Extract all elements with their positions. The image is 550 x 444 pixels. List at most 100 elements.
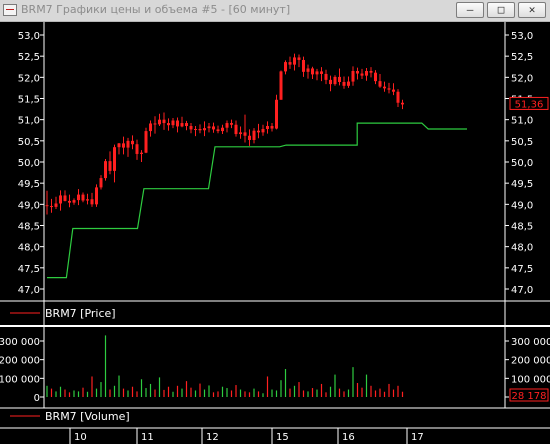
price-tick-label-left: 49,0	[18, 200, 40, 211]
candle-body	[387, 88, 391, 90]
volume-tick-label-left: 0	[34, 393, 40, 404]
candle-body	[158, 119, 161, 125]
candle-body	[338, 76, 341, 82]
candle-body	[374, 72, 377, 82]
app-chart-icon	[3, 4, 17, 16]
candle-body	[99, 178, 103, 188]
volume-tick-label-left: 200 000	[0, 356, 40, 367]
candle-body	[288, 62, 292, 65]
price-tick-label-right: 50,5	[511, 137, 533, 148]
candle-body	[77, 194, 80, 201]
price-tick-label-right: 53,0	[511, 31, 533, 42]
candle-body	[257, 130, 260, 133]
candle-body	[194, 128, 197, 130]
volume-chart-background	[0, 327, 550, 444]
close-button[interactable]: ✕	[518, 2, 546, 18]
time-axis-label: 15	[276, 432, 289, 443]
candle-body	[396, 91, 400, 103]
candle-body	[45, 205, 49, 207]
price-tick-label-left: 52,5	[18, 52, 40, 63]
price-tick-label-right: 47,5	[511, 264, 533, 275]
candle-body	[360, 73, 364, 76]
price-tick-label-right: 49,0	[511, 200, 533, 211]
window-titlebar: BRM7 Графики цены и объема #5 - [60 мину…	[0, 0, 550, 22]
candle-body	[113, 147, 116, 171]
candle-body	[72, 200, 76, 203]
last-price-value: 51,36	[515, 99, 544, 110]
candle-body	[306, 68, 310, 72]
price-tick-label-right: 52,5	[511, 52, 533, 63]
volume-tick-label-right: 100 000	[511, 374, 550, 385]
candle-body	[180, 123, 184, 127]
price-tick-label-left: 47,0	[18, 285, 40, 296]
candle-body	[122, 143, 125, 148]
candle-body	[63, 195, 67, 201]
candle-body	[68, 200, 71, 203]
price-tick-label-right: 49,5	[511, 179, 533, 190]
candle-body	[104, 161, 107, 179]
candle-body	[324, 73, 328, 80]
candle-body	[203, 128, 206, 131]
price-tick-label-right: 50,0	[511, 158, 533, 169]
candle-body	[243, 132, 247, 136]
candle-body	[117, 143, 121, 148]
price-tick-label-right: 48,5	[511, 222, 533, 233]
candle-body	[342, 81, 346, 86]
candle-body	[369, 70, 373, 73]
price-tick-label-left: 50,5	[18, 137, 40, 148]
candle-body	[230, 123, 233, 125]
candle-body	[279, 71, 283, 100]
candle-body	[284, 62, 287, 72]
volume-tick-label-left: 300 000	[0, 337, 40, 348]
minimize-button[interactable]: –	[456, 2, 484, 18]
volume-legend-label: BRM7 [Volume]	[45, 410, 130, 423]
candle-body	[59, 195, 62, 204]
candle-body	[261, 128, 265, 133]
price-tick-label-left: 49,5	[18, 179, 40, 190]
volume-tick-label-right: 200 000	[511, 356, 550, 367]
candle-body	[351, 70, 355, 82]
window-title: BRM7 Графики цены и объема #5 - [60 мину…	[21, 3, 291, 16]
price-tick-label-right: 47,0	[511, 285, 533, 296]
candle-body	[225, 123, 229, 128]
candle-body	[81, 194, 85, 201]
candle-body	[176, 120, 179, 127]
candle-body	[311, 68, 314, 75]
candle-body	[185, 123, 188, 127]
price-tick-label-left: 48,5	[18, 222, 40, 233]
candle-body	[356, 70, 359, 74]
candle-body	[131, 140, 134, 145]
candle-body	[248, 135, 251, 140]
candle-body	[378, 81, 382, 87]
price-tick-label-left: 51,5	[18, 95, 40, 106]
volume-tick-label-right: 300 000	[511, 337, 550, 348]
volume-chart[interactable]: 300 000 300 000 200 000 200 000 100 000 100 0…	[0, 327, 550, 444]
candle-body	[333, 76, 337, 85]
candle-body	[198, 128, 202, 131]
candle-body	[401, 102, 404, 105]
candle-body	[86, 199, 89, 201]
candle-body	[212, 126, 215, 130]
candle-body	[54, 203, 58, 207]
time-axis-label: 10	[74, 432, 87, 443]
time-axis-label: 11	[141, 432, 154, 443]
price-tick-label-left: 53,0	[18, 31, 40, 42]
price-chart[interactable]: 53,053,052,552,552,052,051,551,551,051,0…	[0, 22, 550, 325]
maximize-button[interactable]: □	[487, 2, 515, 18]
candle-body	[275, 99, 278, 129]
candle-body	[162, 119, 166, 124]
candle-body	[144, 131, 148, 153]
price-tick-label-left: 51,0	[18, 116, 40, 127]
candle-body	[108, 161, 112, 171]
time-axis-label: 17	[411, 432, 424, 443]
candle-body	[90, 199, 94, 205]
price-tick-label-left: 47,5	[18, 264, 40, 275]
candle-body	[347, 81, 350, 86]
candle-body	[50, 206, 53, 208]
candle-body	[167, 123, 170, 126]
price-tick-label-right: 52,0	[511, 73, 533, 84]
candle-body	[383, 86, 386, 89]
candle-body	[140, 152, 143, 154]
price-legend-label: BRM7 [Price]	[45, 307, 116, 320]
volume-tick-label-left: 100 000	[0, 374, 40, 385]
